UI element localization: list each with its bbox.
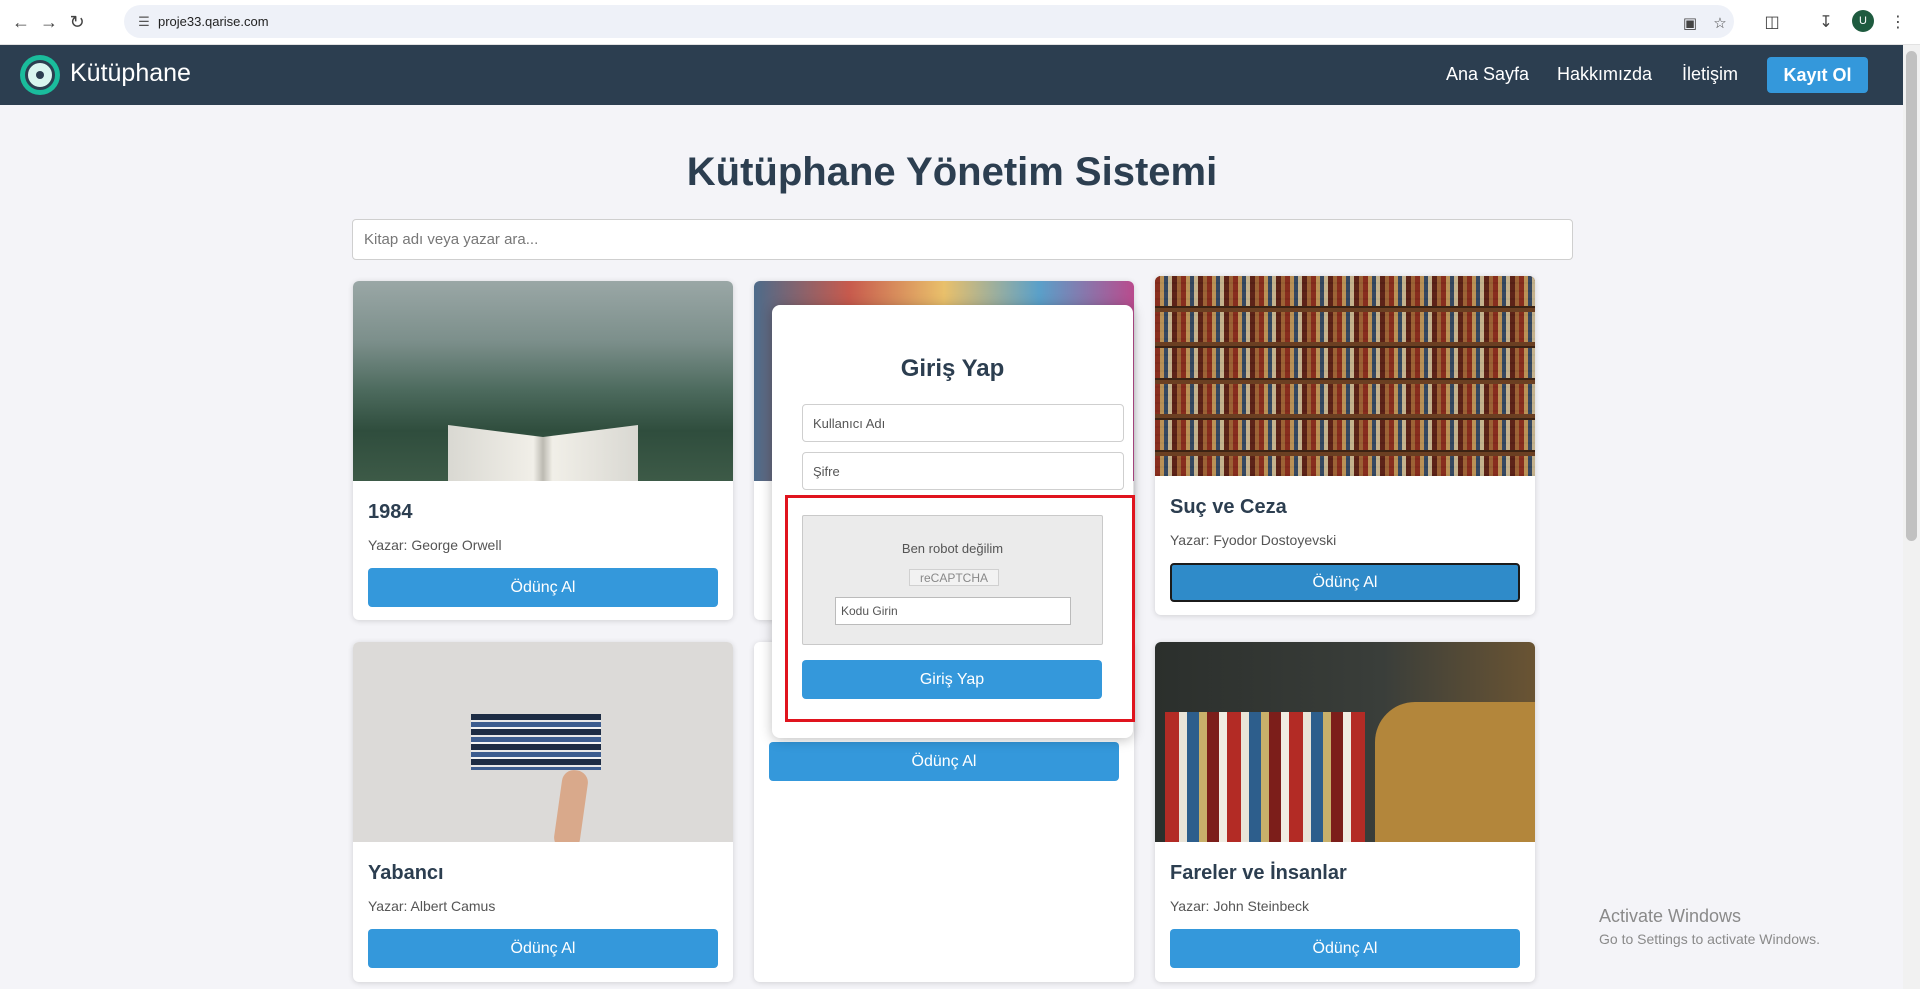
- username-input[interactable]: [802, 404, 1124, 442]
- book-card: Suç ve Ceza Yazar: Fyodor Dostoyevski Öd…: [1155, 276, 1535, 615]
- forward-icon[interactable]: →: [36, 9, 62, 35]
- book-cover-image: [353, 642, 733, 842]
- book-author: Yazar: John Steinbeck: [1170, 898, 1310, 914]
- download-icon[interactable]: ↧: [1814, 10, 1838, 34]
- borrow-button[interactable]: Ödünç Al: [1170, 563, 1520, 602]
- book-cover-image: [1155, 642, 1535, 842]
- scrollbar-thumb[interactable]: [1906, 51, 1917, 541]
- page-scrollbar[interactable]: [1903, 45, 1920, 989]
- book-card: 1984 Yazar: George Orwell Ödünç Al: [353, 281, 733, 620]
- captcha-image: reCAPTCHA: [909, 569, 999, 586]
- book-author: Yazar: Fyodor Dostoyevski: [1170, 532, 1337, 548]
- register-button[interactable]: Kayıt Ol: [1767, 57, 1868, 93]
- login-title: Giriş Yap: [900, 355, 1005, 382]
- book-cover-image: [1155, 276, 1535, 476]
- captcha-code-input[interactable]: [835, 597, 1071, 625]
- watermark-line-1: Activate Windows: [1599, 906, 1742, 926]
- book-title: Suç ve Ceza: [1170, 496, 1287, 518]
- captcha-box: Ben robot değilim reCAPTCHA: [802, 515, 1103, 645]
- book-card: Yabancı Yazar: Albert Camus Ödünç Al: [353, 642, 733, 982]
- book-title: Fareler ve İnsanlar: [1170, 862, 1347, 884]
- captcha-label: Ben robot değilim: [901, 541, 1004, 556]
- brand-logo-icon[interactable]: [20, 55, 60, 95]
- nav-link-about[interactable]: Hakkımızda: [1557, 64, 1652, 85]
- borrow-button[interactable]: Ödünç Al: [368, 929, 718, 968]
- password-input[interactable]: [802, 452, 1124, 490]
- book-cover-image: [353, 281, 733, 481]
- reload-icon[interactable]: ↻: [64, 9, 90, 35]
- url-text[interactable]: proje33.qarise.com: [158, 14, 269, 29]
- borrow-button[interactable]: Ödünç Al: [1170, 929, 1520, 968]
- nav-link-home[interactable]: Ana Sayfa: [1446, 64, 1529, 85]
- login-submit-button[interactable]: Giriş Yap: [802, 660, 1102, 699]
- book-author: Yazar: George Orwell: [368, 537, 502, 553]
- watermark-line-2: Go to Settings to activate Windows.: [1599, 931, 1820, 947]
- bookmark-star-icon[interactable]: ☆: [1710, 13, 1730, 33]
- book-title: 1984: [368, 501, 413, 523]
- site-navbar: Kütüphane Ana Sayfa Hakkımızda İletişim …: [0, 45, 1903, 105]
- profile-avatar[interactable]: U: [1852, 10, 1874, 32]
- borrow-button[interactable]: Ödünç Al: [368, 568, 718, 607]
- browser-toolbar: ← → ↻ ☰ proje33.qarise.com ▣ ☆ ◫ ↧ U ⋮: [0, 0, 1920, 45]
- page-title: Kütüphane Yönetim Sistemi: [686, 150, 1218, 194]
- book-title: Yabancı: [368, 862, 444, 884]
- translate-icon[interactable]: ▣: [1680, 13, 1700, 33]
- windows-activation-watermark: Activate Windows Go to Settings to activ…: [1599, 906, 1820, 947]
- brand-name[interactable]: Kütüphane: [70, 59, 191, 88]
- nav-link-contact[interactable]: İletişim: [1682, 64, 1738, 85]
- book-author: Yazar: Albert Camus: [368, 898, 496, 914]
- book-card: Fareler ve İnsanlar Yazar: John Steinbec…: [1155, 642, 1535, 982]
- site-info-icon[interactable]: ☰: [134, 12, 154, 32]
- extensions-icon[interactable]: ◫: [1760, 10, 1784, 34]
- search-input[interactable]: [352, 219, 1573, 260]
- back-icon[interactable]: ←: [8, 9, 34, 35]
- borrow-button[interactable]: Ödünç Al: [769, 742, 1119, 781]
- menu-kebab-icon[interactable]: ⋮: [1886, 10, 1910, 34]
- address-bar[interactable]: ☰ proje33.qarise.com ▣ ☆: [124, 5, 1734, 38]
